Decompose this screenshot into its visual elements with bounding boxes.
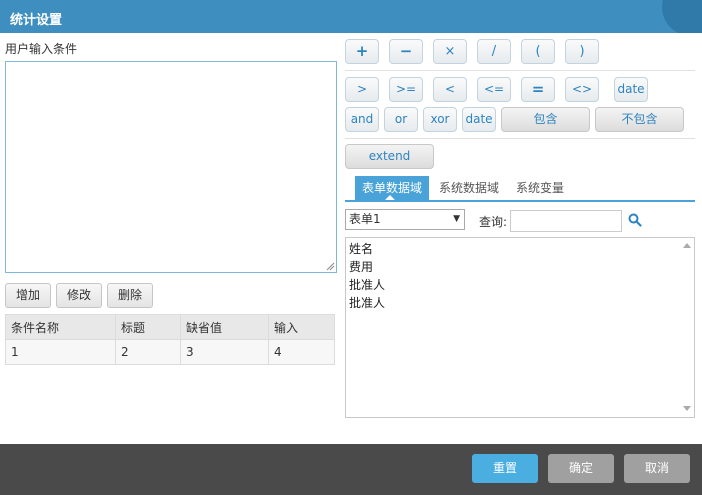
tab-active-indicator-icon [385,195,395,200]
lt-operator-button[interactable]: < [433,77,467,102]
table-cell: 3 [180,339,269,365]
list-item[interactable]: 批准人 [349,276,385,293]
reset-button[interactable]: 重置 [472,454,538,483]
scroll-up-icon[interactable] [683,243,691,248]
tab-system-variables[interactable]: 系统变量 [516,176,564,200]
column-header: 缺省值 [180,314,269,340]
column-header: 条件名称 [5,314,116,340]
minus-operator-button[interactable]: − [389,39,423,64]
eq-operator-button[interactable]: = [521,77,555,102]
date-operator-button[interactable]: date [614,77,648,102]
add-button[interactable]: 增加 [5,283,51,308]
plus-operator-button[interactable]: + [345,39,379,64]
condition-textarea[interactable] [5,61,337,273]
list-item[interactable]: 姓名 [349,240,373,257]
ok-button[interactable]: 确定 [548,454,614,483]
divide-operator-button[interactable]: / [477,39,511,64]
left-paren-button[interactable]: ( [521,39,555,64]
not-contains-button[interactable]: 不包含 [595,107,684,132]
table-cell: 4 [268,339,335,365]
condition-label: 用户输入条件 [5,42,78,56]
list-item[interactable]: 批准人 [349,294,385,311]
field-list[interactable]: 姓名 费用 批准人 批准人 [345,237,695,418]
date-function-button[interactable]: date [462,107,496,132]
close-icon: ✕ [697,0,702,1]
table-header-row: 条件名称 标题 缺省值 输入 [5,314,335,340]
close-button[interactable]: ✕ [662,0,702,33]
table-cell: 2 [115,339,181,365]
condition-table: 条件名称 标题 缺省值 输入 1 2 3 4 [5,314,335,365]
contains-button[interactable]: 包含 [501,107,590,132]
column-header: 标题 [115,314,181,340]
form-select-value: 表单1 [349,212,381,226]
form-select[interactable]: 表单1 ▼ [345,209,465,230]
edit-button[interactable]: 修改 [56,283,102,308]
extend-button[interactable]: extend [345,144,434,169]
tab-underline [345,200,695,202]
or-operator-button[interactable]: or [384,107,418,132]
gt-operator-button[interactable]: > [345,77,379,102]
xor-operator-button[interactable]: xor [423,107,457,132]
table-cell: 1 [5,339,116,365]
dialog-title: 统计设置 [10,13,63,28]
gte-operator-button[interactable]: >= [389,77,423,102]
resize-grip-icon[interactable] [326,262,335,271]
query-label: 查询: [479,215,508,229]
column-header: 输入 [268,314,335,340]
table-row[interactable]: 1 2 3 4 [5,339,335,365]
cancel-button[interactable]: 取消 [624,454,690,483]
delete-button[interactable]: 删除 [107,283,153,308]
tab-system-data-fields[interactable]: 系统数据域 [439,176,499,200]
neq-operator-button[interactable]: <> [565,77,599,102]
lte-operator-button[interactable]: <= [477,77,511,102]
and-operator-button[interactable]: and [345,107,379,132]
divider [345,70,695,71]
dropdown-arrow-icon: ▼ [453,214,460,224]
divider [345,138,695,139]
search-icon[interactable] [628,213,642,227]
query-input[interactable] [510,210,622,232]
multiply-operator-button[interactable]: × [433,39,467,64]
dialog-titlebar: 统计设置 ✕ [0,0,702,33]
list-item[interactable]: 费用 [349,258,373,275]
right-paren-button[interactable]: ) [565,39,599,64]
scroll-down-icon[interactable] [683,406,691,411]
